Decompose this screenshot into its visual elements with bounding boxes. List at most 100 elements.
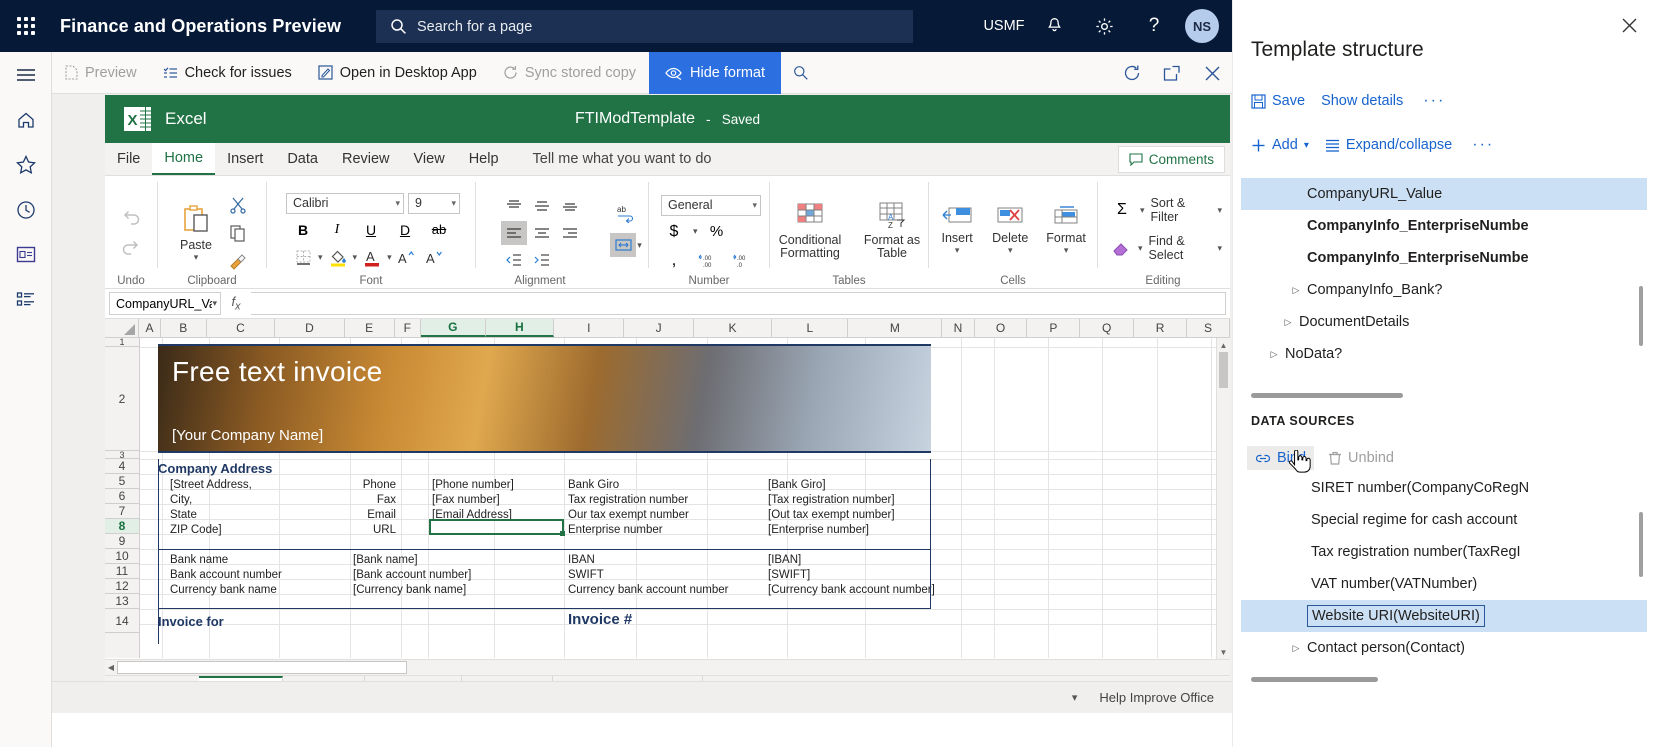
sync-stored-copy-button[interactable]: Sync stored copy bbox=[490, 52, 649, 94]
clear-button[interactable] bbox=[1110, 236, 1132, 260]
delete-cells-button[interactable]: Delete ▾ bbox=[986, 203, 1034, 258]
workspace-icon[interactable] bbox=[0, 232, 52, 277]
datasource-item-contact-person[interactable]: ▷ Contact person(Contact) bbox=[1241, 632, 1647, 664]
sort-and-filter-button[interactable]: Sort & Filter bbox=[1151, 196, 1212, 224]
column-header-j[interactable]: J bbox=[624, 319, 694, 337]
row-header-12[interactable]: 12 bbox=[105, 579, 139, 594]
close-icon[interactable] bbox=[1192, 52, 1232, 94]
search-input[interactable]: Search for a page bbox=[376, 10, 913, 43]
fill-handle[interactable] bbox=[560, 531, 565, 536]
tell-me-input[interactable]: Tell me what you want to do bbox=[511, 143, 712, 175]
number-format-select[interactable]: General ▾ bbox=[661, 194, 761, 216]
scroll-left-button[interactable]: ◀ bbox=[105, 663, 117, 672]
column-header-s[interactable]: S bbox=[1187, 319, 1230, 337]
align-center-button[interactable] bbox=[529, 221, 555, 245]
tree-item-companyurl-value[interactable]: CompanyURL_Value bbox=[1241, 178, 1647, 210]
popout-icon[interactable] bbox=[1152, 52, 1192, 94]
column-header-m[interactable]: M bbox=[848, 319, 943, 337]
chevron-down-icon[interactable]: ▾ bbox=[1138, 243, 1143, 254]
datasource-item-siret-number[interactable]: SIRET number(CompanyCoRegN bbox=[1241, 472, 1647, 504]
align-bottom-button[interactable] bbox=[557, 194, 583, 218]
check-for-issues-button[interactable]: Check for issues bbox=[150, 52, 305, 94]
underline-button[interactable]: U bbox=[358, 218, 384, 242]
modules-icon[interactable] bbox=[0, 277, 52, 322]
company-selector[interactable]: USMF bbox=[979, 0, 1029, 52]
column-header-f[interactable]: F bbox=[395, 319, 421, 337]
formula-input[interactable] bbox=[251, 292, 1226, 315]
column-header-q[interactable]: Q bbox=[1080, 319, 1135, 337]
scroll-down-button[interactable]: ▼ bbox=[1217, 645, 1230, 659]
zoom-search-button[interactable] bbox=[781, 52, 821, 94]
format-cells-button[interactable]: Format ▾ bbox=[1040, 203, 1092, 258]
expand-collapse-button[interactable]: Expand/collapse bbox=[1325, 137, 1452, 153]
bold-button[interactable]: B bbox=[290, 218, 316, 242]
copy-button[interactable] bbox=[225, 221, 251, 245]
tree-item-documentdetails[interactable]: ▷ DocumentDetails bbox=[1241, 306, 1647, 338]
row-header-2[interactable]: 2 bbox=[105, 347, 139, 451]
datasource-item-website-uri[interactable]: Website URI(WebsiteURI) bbox=[1241, 600, 1647, 632]
tab-file[interactable]: File bbox=[105, 143, 152, 175]
column-header-d[interactable]: D bbox=[275, 319, 345, 337]
horizontal-scrollbar[interactable]: ◀ bbox=[105, 659, 1230, 675]
column-header-i[interactable]: I bbox=[554, 319, 625, 337]
chevron-down-icon[interactable]: ▾ bbox=[1064, 245, 1069, 256]
tree-item-nodata[interactable]: ▷ NoData? bbox=[1241, 338, 1647, 370]
row-header-9[interactable]: 9 bbox=[105, 534, 139, 549]
increase-font-size-button[interactable]: A bbox=[394, 246, 420, 270]
chevron-down-icon[interactable]: ▾ bbox=[318, 252, 323, 263]
decrease-indent-button[interactable] bbox=[501, 248, 527, 272]
column-header-p[interactable]: P bbox=[1027, 319, 1081, 337]
datasources-vertical-scrollbar[interactable] bbox=[1639, 512, 1643, 577]
expand-triangle-icon[interactable]: ▷ bbox=[1285, 285, 1307, 296]
row-header-4[interactable]: 4 bbox=[105, 459, 139, 474]
column-header-h[interactable]: H bbox=[485, 319, 555, 337]
percent-button[interactable]: % bbox=[704, 220, 730, 244]
font-name-select[interactable]: Calibri ▾ bbox=[286, 192, 404, 214]
fill-color-button[interactable] bbox=[325, 246, 351, 270]
expand-triangle-icon[interactable]: ▷ bbox=[1263, 349, 1285, 360]
help-improve-office-link[interactable]: Help Improve Office bbox=[1099, 690, 1214, 705]
column-header-b[interactable]: B bbox=[161, 319, 207, 337]
column-header-a[interactable]: A bbox=[139, 319, 161, 337]
tree-item-companyinfo-enterprisenumber-2[interactable]: CompanyInfo_EnterpriseNumbe bbox=[1241, 242, 1647, 274]
chevron-down-icon[interactable]: ▾ bbox=[353, 252, 358, 263]
column-header-l[interactable]: L bbox=[772, 319, 849, 337]
currency-button[interactable]: $ bbox=[661, 220, 687, 244]
align-top-button[interactable] bbox=[501, 194, 527, 218]
autosum-button[interactable]: Σ bbox=[1110, 198, 1134, 222]
add-button[interactable]: Add ▾ bbox=[1251, 137, 1309, 153]
save-button[interactable]: Save bbox=[1251, 93, 1305, 109]
chevron-down-icon[interactable]: ▾ bbox=[1140, 205, 1145, 216]
datasource-item-tax-registration-number[interactable]: Tax registration number(TaxRegI bbox=[1241, 536, 1647, 568]
format-painter-button[interactable] bbox=[225, 249, 251, 273]
row-header-6[interactable]: 6 bbox=[105, 489, 139, 504]
find-and-select-button[interactable]: Find & Select bbox=[1149, 234, 1212, 262]
column-header-k[interactable]: K bbox=[694, 319, 773, 337]
column-header-o[interactable]: O bbox=[975, 319, 1028, 337]
panel-overflow-menu-2[interactable]: ··· bbox=[1468, 136, 1498, 154]
tree-horizontal-scrollbar[interactable] bbox=[1251, 393, 1403, 398]
tab-insert[interactable]: Insert bbox=[215, 143, 275, 175]
row-header-8[interactable]: 8 bbox=[105, 519, 139, 534]
chevron-down-icon[interactable]: ▾ bbox=[387, 252, 392, 263]
row-header-7[interactable]: 7 bbox=[105, 504, 139, 519]
wrap-text-button[interactable]: ab bbox=[613, 201, 639, 225]
notifications-icon[interactable] bbox=[1029, 0, 1079, 52]
cut-button[interactable] bbox=[225, 193, 251, 217]
bind-button[interactable]: Bind bbox=[1247, 446, 1315, 470]
insert-cells-button[interactable]: Insert ▾ bbox=[934, 203, 980, 258]
tab-data[interactable]: Data bbox=[275, 143, 330, 175]
column-header-r[interactable]: R bbox=[1134, 319, 1187, 337]
panel-overflow-menu-1[interactable]: ··· bbox=[1419, 92, 1449, 110]
tree-item-companyinfo-enterprisenumber-1[interactable]: CompanyInfo_EnterpriseNumbe bbox=[1241, 210, 1647, 242]
preview-button[interactable]: Preview bbox=[52, 52, 150, 94]
row-header-1[interactable]: 1 bbox=[105, 337, 139, 347]
home-icon[interactable] bbox=[0, 97, 52, 142]
datasource-item-special-regime[interactable]: Special regime for cash account bbox=[1241, 504, 1647, 536]
grid-cells[interactable]: Free text invoice [Your Company Name] Co… bbox=[140, 338, 1230, 658]
help-icon[interactable]: ? bbox=[1129, 0, 1179, 52]
fx-icon[interactable]: fx bbox=[221, 294, 251, 313]
app-launcher-icon[interactable] bbox=[0, 0, 52, 52]
select-all-corner[interactable] bbox=[105, 319, 140, 337]
close-icon[interactable] bbox=[1614, 10, 1644, 40]
